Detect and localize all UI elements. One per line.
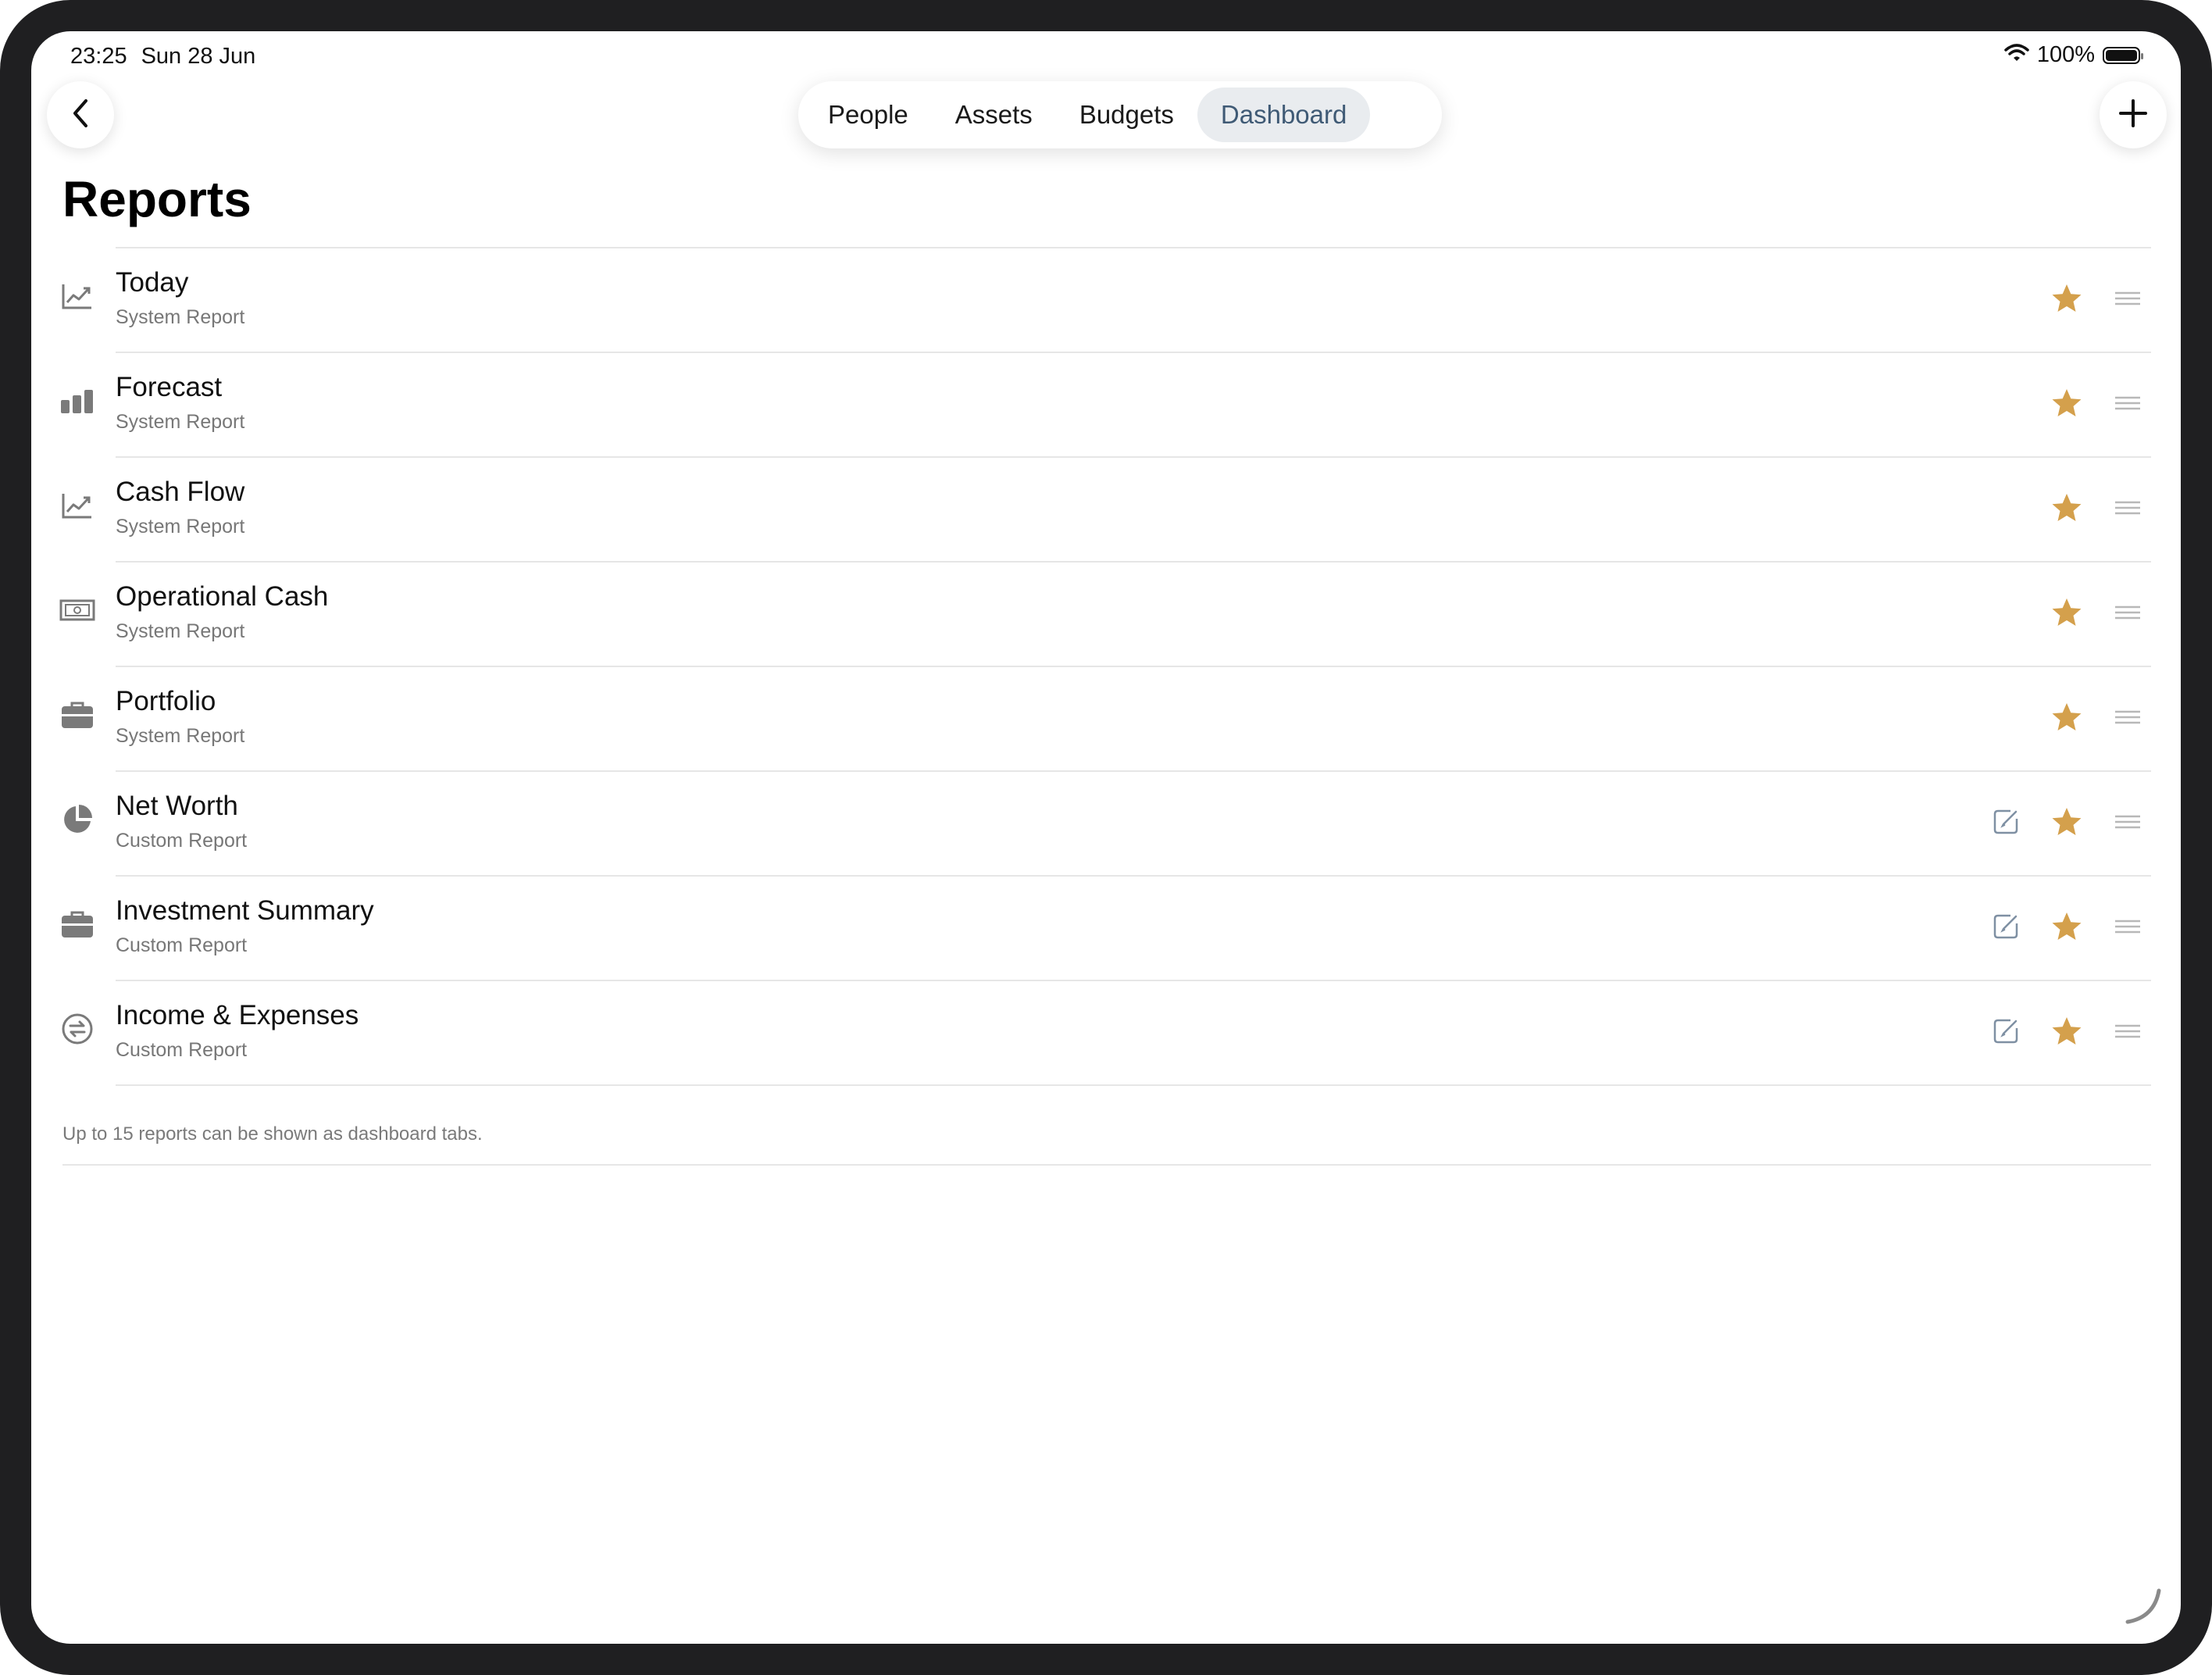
report-title: Income & Expenses — [116, 1000, 359, 1030]
report-row[interactable]: Net Worth Custom Report — [64, 772, 2151, 877]
row-actions — [2029, 484, 2151, 531]
segmented-tab-bar: People Assets Budgets Dashboard — [798, 81, 1442, 148]
report-title: Cash Flow — [116, 477, 245, 507]
page-title: Reports — [62, 171, 252, 227]
status-date: Sun 28 Jun — [141, 44, 256, 69]
reports-list: Today System Report Forecast System Report C… — [59, 247, 2151, 1086]
report-title: Portfolio — [116, 686, 216, 716]
report-title: Forecast — [116, 372, 223, 402]
tab-label: Dashboard — [1220, 100, 1347, 129]
report-row[interactable]: Investment Summary Custom Report — [62, 877, 2151, 981]
row-actions — [1968, 798, 2151, 845]
report-title: Operational Cash — [116, 581, 329, 612]
star-icon[interactable] — [2043, 484, 2090, 531]
resize-corner-indicator — [2123, 1586, 2164, 1627]
exchange-circle-icon — [59, 1011, 95, 1047]
footer-divider — [62, 1164, 2151, 1166]
drag-handle-icon[interactable] — [2104, 903, 2151, 950]
report-row[interactable]: Forecast System Report — [61, 353, 2151, 458]
status-time: 23:25 — [70, 44, 127, 69]
edit-icon[interactable] — [1982, 903, 2029, 950]
tab-label: Budgets — [1079, 100, 1174, 129]
report-subtitle: System Report — [116, 411, 245, 433]
device-frame: 23:25 Sun 28 Jun 100% People Assets Budge… — [0, 0, 2212, 1675]
wifi-icon — [2004, 42, 2029, 68]
row-actions — [2029, 694, 2151, 741]
row-actions — [2029, 380, 2151, 427]
report-subtitle: System Report — [116, 306, 245, 328]
report-row[interactable]: Cash Flow System Report — [62, 458, 2151, 562]
footer-note: Up to 15 reports can be shown as dashboa… — [62, 1123, 483, 1145]
drag-handle-icon[interactable] — [2104, 589, 2151, 636]
battery-percentage: 100% — [2036, 42, 2095, 67]
line-chart-icon — [59, 488, 95, 523]
banknote-icon — [59, 592, 95, 628]
drag-handle-icon[interactable] — [2104, 1008, 2151, 1055]
chevron-left-icon — [69, 98, 92, 133]
plus-icon — [2117, 98, 2149, 133]
report-subtitle: Custom Report — [116, 1039, 248, 1061]
row-actions — [1968, 903, 2151, 950]
edit-icon[interactable] — [1982, 1008, 2029, 1055]
drag-handle-icon[interactable] — [2104, 798, 2151, 845]
star-icon[interactable] — [2043, 1008, 2090, 1055]
tab-label: People — [828, 100, 908, 129]
battery-icon — [2103, 46, 2143, 64]
screen: 23:25 Sun 28 Jun 100% People Assets Budge… — [31, 31, 2181, 1644]
report-subtitle: Custom Report — [116, 830, 248, 852]
back-button[interactable] — [47, 81, 114, 148]
tab-people[interactable]: People — [805, 88, 932, 142]
row-actions — [2029, 275, 2151, 322]
briefcase-icon — [59, 906, 95, 942]
report-title: Today — [116, 267, 189, 298]
report-subtitle: System Report — [116, 516, 245, 538]
tab-label: Assets — [954, 100, 1033, 129]
report-title: Investment Summary — [116, 895, 374, 926]
report-row[interactable]: Today System Report — [62, 248, 2151, 353]
status-bar-right: 100% — [2004, 42, 2143, 68]
report-subtitle: Custom Report — [116, 934, 248, 956]
bar-chart-icon — [59, 383, 95, 419]
report-title: Net Worth — [116, 791, 238, 821]
line-chart-icon — [59, 278, 95, 314]
star-icon[interactable] — [2043, 694, 2090, 741]
report-subtitle: System Report — [116, 620, 245, 642]
row-actions — [2029, 589, 2151, 636]
report-row[interactable]: Portfolio System Report — [62, 667, 2151, 772]
tab-budgets[interactable]: Budgets — [1056, 88, 1197, 142]
star-icon[interactable] — [2043, 589, 2090, 636]
report-row[interactable]: Income & Expenses Custom Report — [62, 981, 2151, 1086]
status-bar-left: 23:25 Sun 28 Jun — [70, 44, 269, 70]
report-subtitle: System Report — [116, 725, 245, 747]
star-icon[interactable] — [2043, 275, 2090, 322]
edit-icon[interactable] — [1982, 798, 2029, 845]
tab-assets[interactable]: Assets — [932, 88, 1056, 142]
briefcase-icon — [59, 697, 95, 733]
drag-handle-icon[interactable] — [2104, 380, 2151, 427]
report-row[interactable]: Operational Cash System Report — [59, 562, 2151, 667]
drag-handle-icon[interactable] — [2104, 484, 2151, 531]
row-actions — [1968, 1008, 2151, 1055]
star-icon[interactable] — [2043, 903, 2090, 950]
star-icon[interactable] — [2043, 798, 2090, 845]
add-button[interactable] — [2100, 81, 2167, 148]
drag-handle-icon[interactable] — [2104, 275, 2151, 322]
drag-handle-icon[interactable] — [2104, 694, 2151, 741]
star-icon[interactable] — [2043, 380, 2090, 427]
pie-chart-icon — [59, 802, 95, 838]
tab-dashboard[interactable]: Dashboard — [1197, 88, 1371, 142]
